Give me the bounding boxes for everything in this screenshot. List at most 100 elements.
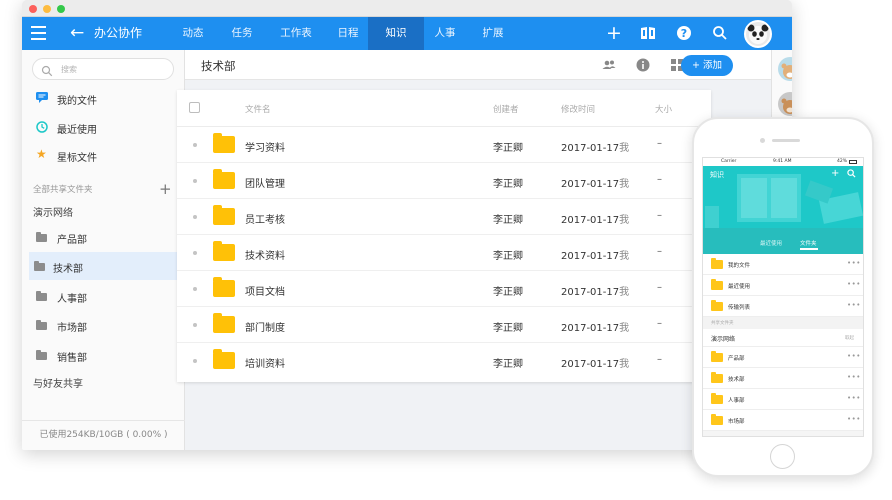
file-name: 技术资料: [245, 251, 285, 262]
tab-knowledge[interactable]: 知识: [368, 17, 424, 50]
collapse-link[interactable]: 取起: [845, 335, 854, 341]
more-icon[interactable]: •••: [847, 301, 861, 309]
table-row[interactable]: 培训资料 李正卿 2017-01-17我 –: [177, 343, 711, 379]
plus-icon[interactable]: +: [605, 24, 623, 43]
sidebar-item-recent[interactable]: 最近使用: [22, 113, 185, 141]
add-button-label: 添加: [702, 60, 722, 71]
more-icon[interactable]: •••: [847, 415, 861, 423]
file-size: –: [657, 282, 662, 293]
modified-date: 2017-01-17: [561, 323, 620, 334]
more-icon[interactable]: •••: [847, 394, 861, 402]
file-modified: 2017-01-17我: [561, 319, 629, 334]
file-creator: 李正卿: [493, 143, 523, 154]
mobile-folder-item[interactable]: 产品部 •••: [703, 347, 863, 368]
mobile-tab-recent[interactable]: 最近使用: [760, 239, 782, 247]
user-avatar[interactable]: [744, 20, 772, 48]
folder-icon: [711, 393, 723, 404]
tab-tasks[interactable]: 任务: [221, 17, 263, 50]
active-tab-indicator: [800, 248, 818, 250]
modified-date: 2017-01-17: [561, 215, 620, 226]
mobile-list-item[interactable]: 我的文件 •••: [703, 254, 863, 275]
tab-hr[interactable]: 人事: [424, 17, 466, 50]
tab-schedule[interactable]: 日程: [327, 17, 369, 50]
column-creator[interactable]: 创建者: [493, 103, 519, 115]
folder-icon: [213, 313, 235, 333]
mobile-list-item[interactable]: 最近使用 •••: [703, 275, 863, 296]
file-creator: 李正卿: [493, 287, 523, 298]
member-avatar[interactable]: [778, 57, 792, 81]
help-icon[interactable]: ?: [675, 25, 693, 43]
search-input[interactable]: 搜索: [32, 58, 174, 80]
table-row[interactable]: 项目文档 李正卿 2017-01-17我 –: [177, 271, 711, 307]
network-label: 演示网络: [33, 208, 73, 219]
file-size: –: [657, 138, 662, 149]
more-icon[interactable]: •••: [847, 259, 861, 267]
modified-date: 2017-01-17: [561, 179, 620, 190]
folder-icon: [36, 320, 47, 330]
shared-with-friends-link[interactable]: 与好友共享: [33, 375, 83, 390]
tab-worksheet[interactable]: 工作表: [272, 17, 320, 50]
back-arrow-icon[interactable]: ←: [70, 23, 84, 43]
zoom-window-button[interactable]: [57, 5, 65, 13]
sidebar-folder-sales[interactable]: 销售部: [22, 341, 185, 369]
column-size[interactable]: 大小: [655, 103, 672, 115]
modified-date: 2017-01-17: [561, 287, 620, 298]
more-icon[interactable]: •••: [847, 373, 861, 381]
mobile-folder-item[interactable]: 市场部 •••: [703, 410, 863, 431]
folder-icon: [711, 300, 723, 311]
sidebar-folder-hr[interactable]: 人事部: [22, 282, 185, 310]
table-row[interactable]: 技术资料 李正卿 2017-01-17我 –: [177, 235, 711, 271]
sidebar-item-starred[interactable]: ★ 星标文件: [22, 141, 185, 169]
svg-text:?: ?: [681, 27, 687, 40]
tab-label: 任务: [231, 27, 253, 39]
shared-folders-label: 全部共享文件夹: [33, 185, 93, 195]
add-button[interactable]: + 添加: [681, 55, 733, 76]
file-name: 培训资料: [245, 359, 285, 370]
mobile-item-label: 最近使用: [728, 284, 751, 290]
mobile-header: 知识 + 最近使用 文件夹: [703, 166, 863, 254]
search-icon[interactable]: [711, 25, 729, 43]
members-icon[interactable]: [601, 57, 617, 73]
table-row[interactable]: 员工考核 李正卿 2017-01-17我 –: [177, 199, 711, 235]
add-shared-folder-icon[interactable]: +: [159, 180, 172, 198]
search-icon[interactable]: [847, 169, 856, 181]
file-creator: 李正卿: [493, 179, 523, 190]
file-modified: 2017-01-17我: [561, 175, 629, 190]
column-name[interactable]: 文件名: [245, 103, 271, 115]
file-creator: 李正卿: [493, 215, 523, 226]
mobile-folder-item[interactable]: 技术部 •••: [703, 368, 863, 389]
home-button[interactable]: [770, 444, 795, 469]
more-icon[interactable]: •••: [847, 352, 861, 360]
table-row[interactable]: 团队管理 李正卿 2017-01-17我 –: [177, 163, 711, 199]
mobile-network-row[interactable]: 演示网络 取起: [703, 329, 863, 347]
sidebar-folder-product[interactable]: 产品部: [22, 223, 185, 251]
plus-icon[interactable]: +: [831, 168, 839, 179]
menu-icon[interactable]: [31, 26, 46, 40]
sidebar-folder-marketing[interactable]: 市场部: [22, 311, 185, 339]
column-modified[interactable]: 修改时间: [561, 103, 595, 115]
sidebar-item-label: 我的文件: [57, 96, 97, 107]
book-icon[interactable]: [639, 25, 657, 43]
file-size: –: [657, 354, 662, 365]
select-all-checkbox[interactable]: [189, 102, 200, 113]
table-row[interactable]: 学习资料 李正卿 2017-01-17我 –: [177, 127, 711, 163]
more-icon[interactable]: •••: [847, 280, 861, 288]
status-bar: Carrier 9:41 AM 42%: [703, 158, 863, 166]
minimize-window-button[interactable]: [43, 5, 51, 13]
member-avatar[interactable]: [778, 92, 792, 116]
mobile-list-item[interactable]: 传输列表 •••: [703, 296, 863, 317]
folder-icon: [711, 414, 723, 425]
tab-label: 知识: [385, 27, 407, 39]
close-window-button[interactable]: [29, 5, 37, 13]
tab-dynamics[interactable]: 动态: [172, 17, 214, 50]
tab-extensions[interactable]: 扩展: [472, 17, 514, 50]
app-title: 办公协作: [94, 26, 143, 40]
sidebar-folder-tech[interactable]: 技术部: [29, 252, 179, 280]
info-icon[interactable]: [635, 57, 651, 73]
mobile-tab-folders[interactable]: 文件夹: [800, 239, 817, 247]
sidebar-item-label: 最近使用: [57, 125, 97, 136]
sidebar-item-my-files[interactable]: 我的文件: [22, 84, 185, 112]
mobile-folder-item[interactable]: 人事部 •••: [703, 389, 863, 410]
sidebar-item-label: 产品部: [57, 235, 87, 246]
table-row[interactable]: 部门制度 李正卿 2017-01-17我 –: [177, 307, 711, 343]
